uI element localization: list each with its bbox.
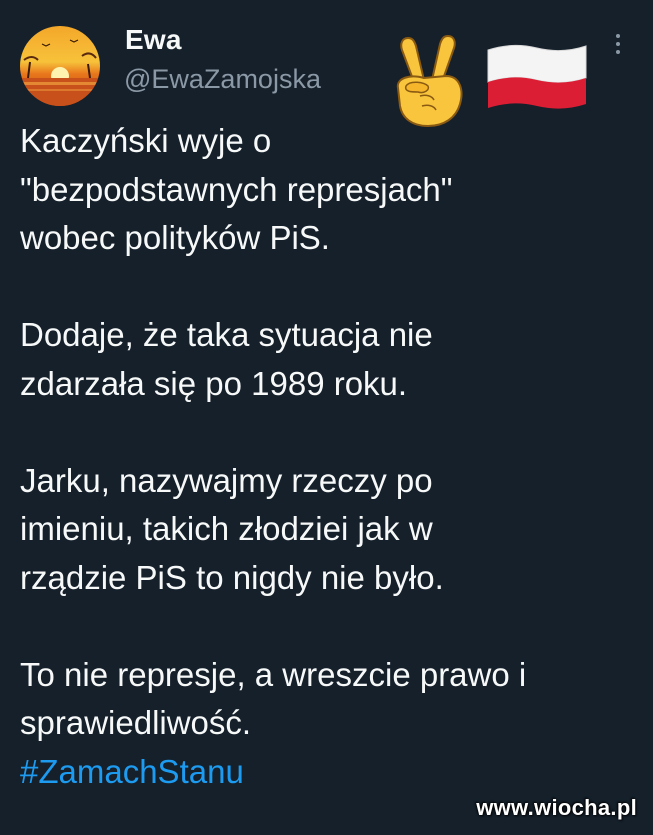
hashtag-link[interactable]: #ZamachStanu — [20, 748, 640, 797]
poland-flag-icon — [484, 40, 590, 114]
sunset-avatar-icon — [20, 26, 100, 106]
author-name[interactable]: Ewa — [125, 24, 182, 56]
victory-hand-icon — [380, 30, 480, 130]
more-vertical-icon[interactable] — [610, 34, 626, 64]
tweet-paragraph-1: Kaczyński wyje o "bezpodstawnych represj… — [20, 122, 453, 256]
avatar[interactable] — [20, 26, 100, 106]
tweet-paragraph-3: Jarku, nazywajmy rzeczy po imieniu, taki… — [20, 461, 444, 596]
author-handle[interactable]: @EwaZamojska — [124, 64, 321, 95]
tweet-paragraph-2: Dodaje, że taka sytuacja nie zdarzała si… — [20, 316, 433, 402]
watermark: www.wiocha.pl — [476, 795, 637, 820]
tweet-card: Ewa @EwaZamojska Kaczyński wyje o "bezpo… — [0, 0, 653, 835]
tweet-text: Kaczyński wyje o "bezpodstawnych represj… — [20, 117, 640, 796]
tweet-paragraph-4: To nie represje, a wreszcie prawo i spra… — [20, 655, 527, 742]
